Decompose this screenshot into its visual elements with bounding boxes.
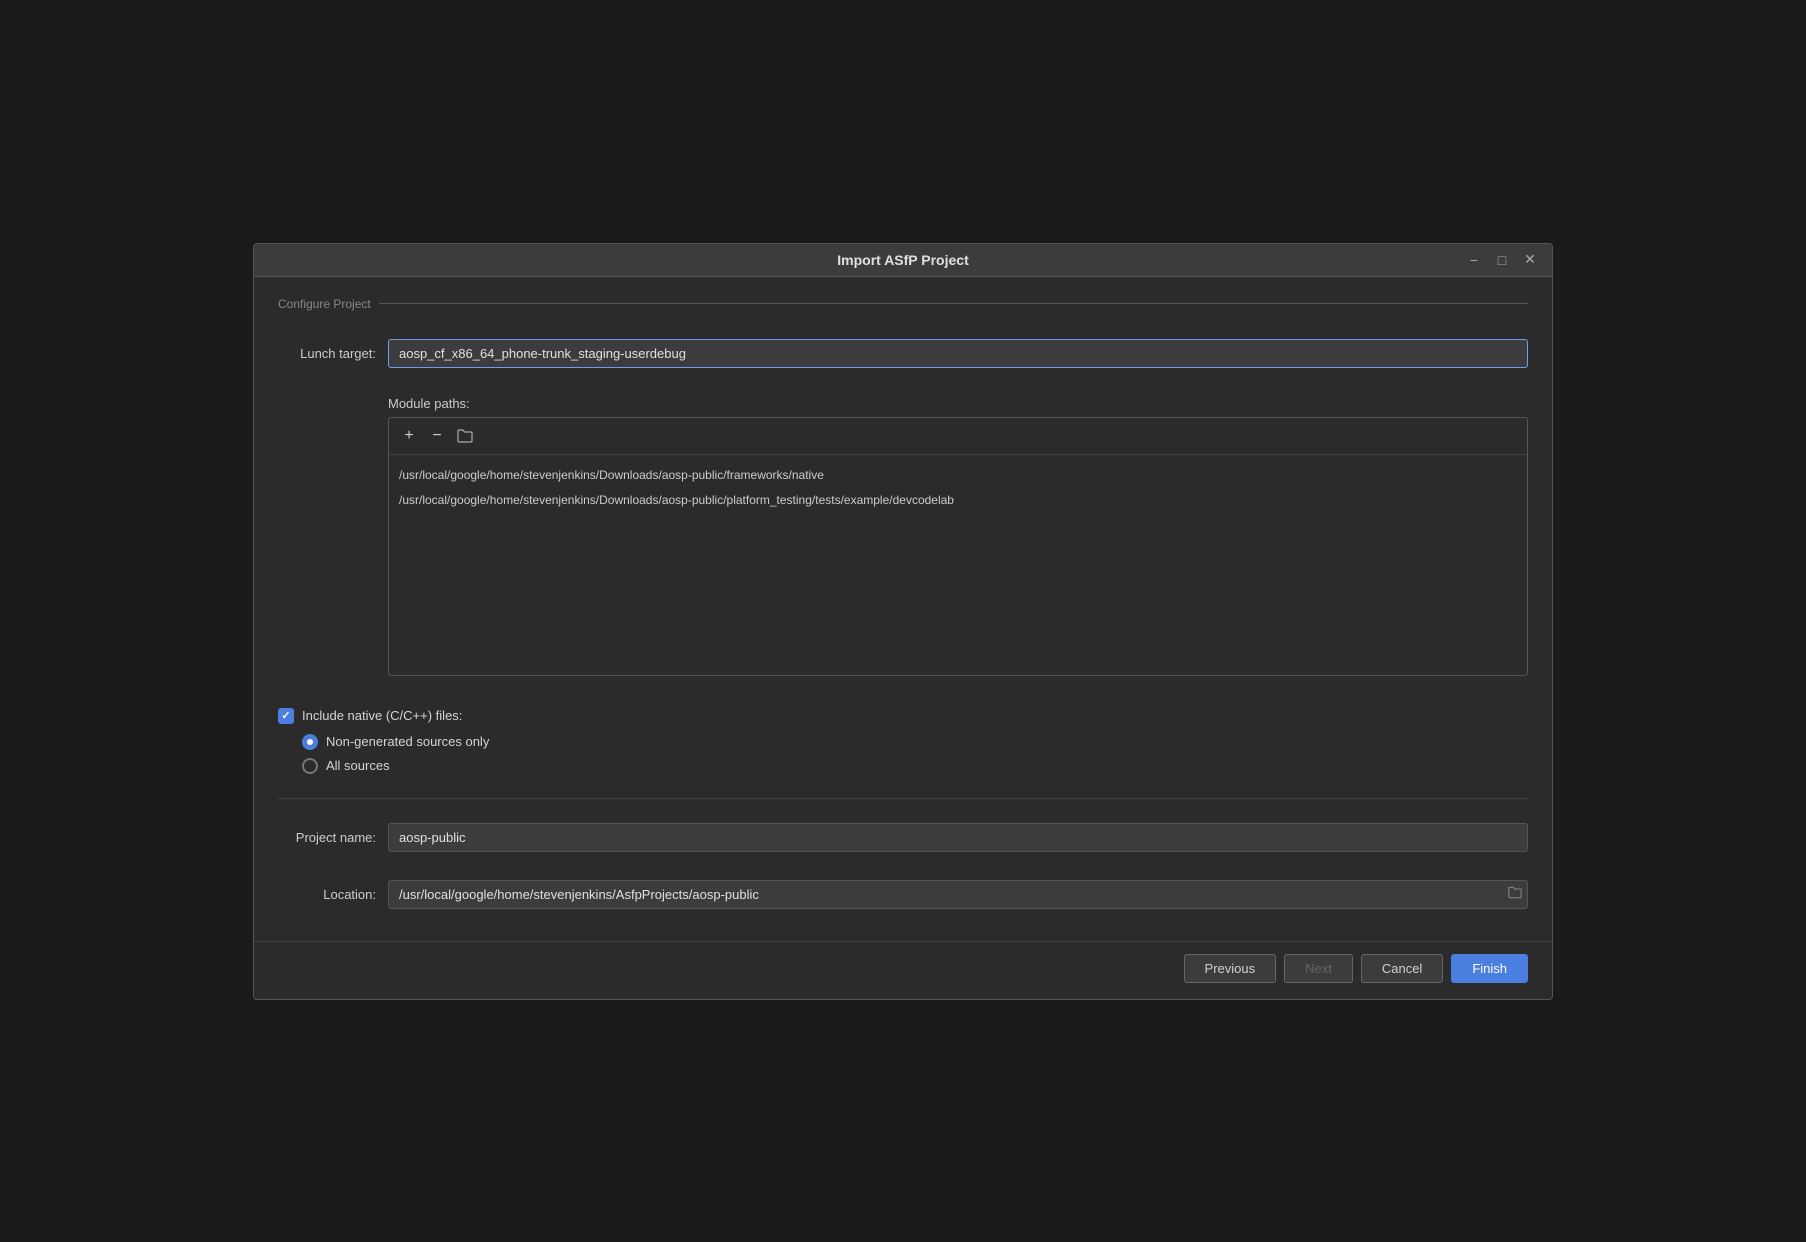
all-sources-label: All sources [326, 758, 390, 773]
location-label: Location: [278, 887, 388, 902]
module-paths-list: /usr/local/google/home/stevenjenkins/Dow… [389, 455, 1527, 675]
dialog-footer: Previous Next Cancel Finish [254, 941, 1552, 999]
remove-path-button[interactable]: − [425, 424, 449, 448]
non-generated-label: Non-generated sources only [326, 734, 489, 749]
location-row: Location: [278, 880, 1528, 909]
section-title-text: Configure Project [278, 297, 371, 311]
module-paths-label: Module paths: [388, 396, 1528, 411]
close-button[interactable]: ✕ [1520, 250, 1540, 270]
project-name-label: Project name: [278, 830, 388, 845]
title-bar: Import ASfP Project − □ ✕ [254, 244, 1552, 277]
module-path-item: /usr/local/google/home/stevenjenkins/Dow… [399, 488, 1517, 514]
add-path-button[interactable]: + [397, 424, 421, 448]
location-browse-button[interactable] [1508, 886, 1522, 902]
module-paths-toolbar: + − [389, 418, 1527, 455]
lunch-target-input[interactable] [388, 339, 1528, 368]
finish-button[interactable]: Finish [1451, 954, 1528, 983]
include-native-checkbox[interactable] [278, 708, 294, 724]
native-sources-radio-group: Non-generated sources only All sources [302, 734, 1528, 774]
dialog-body: Configure Project Lunch target: Module p… [254, 277, 1552, 941]
include-native-label: Include native (C/C++) files: [302, 708, 462, 723]
lunch-target-label: Lunch target: [278, 346, 388, 361]
non-generated-radio-row: Non-generated sources only [302, 734, 1528, 750]
native-files-section: Include native (C/C++) files: Non-genera… [278, 708, 1528, 774]
project-name-row: Project name: [278, 823, 1528, 852]
lunch-target-row: Lunch target: [278, 339, 1528, 368]
next-button[interactable]: Next [1284, 954, 1353, 983]
maximize-button[interactable]: □ [1492, 250, 1512, 270]
module-paths-section: Module paths: + − /usr/local/google/home… [278, 396, 1528, 676]
import-dialog: Import ASfP Project − □ ✕ Configure Proj… [253, 243, 1553, 1000]
location-input[interactable] [388, 880, 1528, 909]
module-paths-container: + − /usr/local/google/home/stevenjenkins… [388, 417, 1528, 676]
dialog-title: Import ASfP Project [837, 252, 968, 268]
all-sources-radio[interactable] [302, 758, 318, 774]
divider [278, 798, 1528, 799]
minimize-button[interactable]: − [1464, 250, 1484, 270]
browse-folder-button[interactable] [453, 424, 477, 448]
cancel-button[interactable]: Cancel [1361, 954, 1443, 983]
all-sources-radio-row: All sources [302, 758, 1528, 774]
location-input-wrapper [388, 880, 1528, 909]
module-path-item: /usr/local/google/home/stevenjenkins/Dow… [399, 463, 1517, 489]
non-generated-radio[interactable] [302, 734, 318, 750]
project-name-input[interactable] [388, 823, 1528, 852]
window-controls: − □ ✕ [1464, 250, 1540, 270]
section-configure-project: Configure Project [278, 297, 1528, 311]
previous-button[interactable]: Previous [1184, 954, 1277, 983]
include-native-row: Include native (C/C++) files: [278, 708, 1528, 724]
